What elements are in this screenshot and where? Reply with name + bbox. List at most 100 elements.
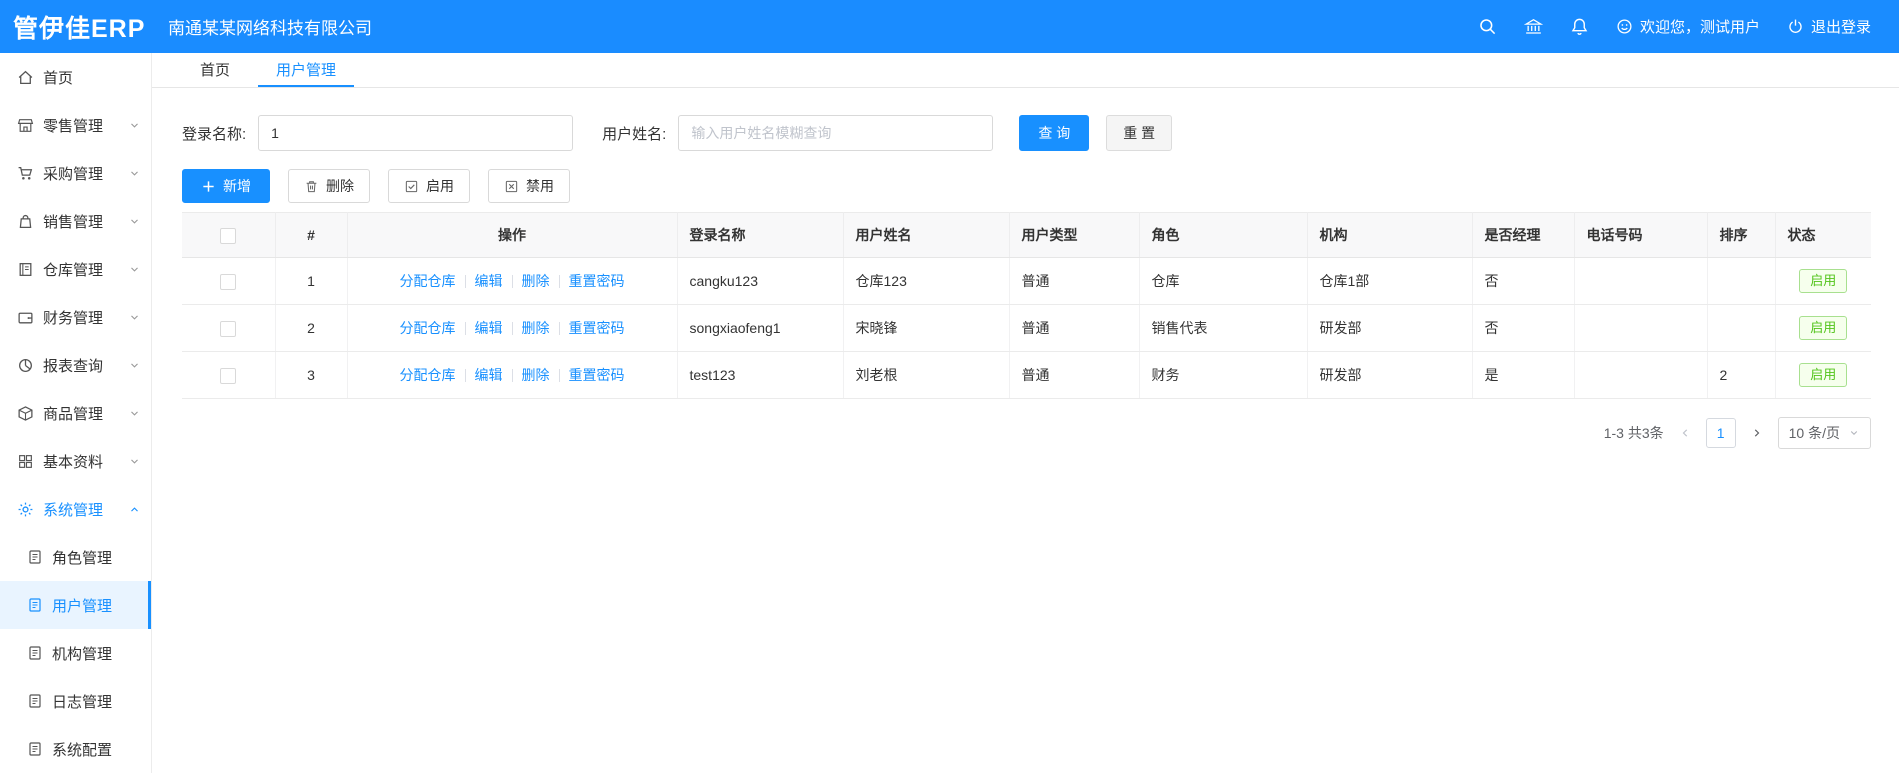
purchase-cart-icon (17, 165, 34, 182)
login-name-input[interactable] (258, 115, 574, 151)
reset-password-link[interactable]: 重置密码 (569, 273, 625, 289)
sidebar-item-products[interactable]: 商品管理 (0, 389, 151, 437)
delete-link[interactable]: 删除 (522, 367, 550, 383)
divider (558, 275, 560, 288)
edit-link[interactable]: 编辑 (475, 320, 503, 336)
status-badge: 启用 (1799, 315, 1848, 341)
company-name: 南通某某网络科技有限公司 (168, 19, 372, 38)
user-name-input[interactable] (678, 115, 994, 151)
sidebar-item-purchase[interactable]: 采购管理 (0, 149, 151, 197)
sidebar-item-reports[interactable]: 报表查询 (0, 341, 151, 389)
home-icon (17, 69, 34, 86)
welcome-text: 欢迎您，测试用户 (1639, 19, 1760, 36)
cell-status: 启用 (1775, 351, 1871, 399)
sidebar-item-role-management[interactable]: 角色管理 (0, 533, 151, 581)
tab-home[interactable]: 首页 (182, 53, 248, 87)
x-square-icon (504, 179, 519, 194)
status-badge: 启用 (1799, 268, 1848, 294)
sidebar-item-warehouse[interactable]: 仓库管理 (0, 245, 151, 293)
action-toolbar: 新增 删除 启用 禁用 (182, 169, 1871, 203)
header-status: 状态 (1775, 212, 1871, 258)
search-button[interactable]: 查 询 (1019, 115, 1090, 151)
sidebar-item-label: 用户管理 (52, 597, 113, 615)
search-icon[interactable] (1478, 17, 1497, 36)
disable-button[interactable]: 禁用 (488, 169, 570, 203)
header-login-name: 登录名称 (677, 212, 844, 258)
cell-login-name: songxiaofeng1 (677, 304, 844, 352)
select-all-checkbox[interactable] (220, 227, 237, 244)
row-checkbox[interactable] (220, 367, 237, 384)
cell-sort (1707, 257, 1776, 305)
enable-button[interactable]: 启用 (388, 169, 470, 203)
warehouse-book-icon (17, 261, 34, 278)
row-checkbox[interactable] (220, 320, 237, 337)
divider (511, 369, 513, 382)
sidebar-item-system[interactable]: 系统管理 (0, 485, 151, 533)
trash-icon (304, 179, 319, 194)
logout-label: 退出登录 (1810, 19, 1871, 36)
assign-warehouse-link[interactable]: 分配仓库 (400, 273, 456, 289)
sidebar-item-org-management[interactable]: 机构管理 (0, 629, 151, 677)
disable-button-label: 禁用 (526, 178, 554, 194)
sales-bag-icon (17, 213, 34, 230)
add-button[interactable]: 新增 (182, 169, 270, 203)
assign-warehouse-link[interactable]: 分配仓库 (400, 367, 456, 383)
user-avatar-icon (1616, 18, 1633, 35)
cell-user-type: 普通 (1009, 257, 1140, 305)
topbar-actions: 欢迎您，测试用户 退出登录 (1478, 16, 1899, 37)
reset-button[interactable]: 重 置 (1106, 115, 1173, 151)
cell-actions: 分配仓库 编辑 删除 重置密码 (347, 304, 678, 352)
sidebar-item-log-management[interactable]: 日志管理 (0, 677, 151, 725)
edit-link[interactable]: 编辑 (475, 367, 503, 383)
pagination: 1-3 共3条 1 10 条/页 (182, 417, 1871, 449)
sidebar-item-retail[interactable]: 零售管理 (0, 101, 151, 149)
chevron-down-icon (128, 455, 141, 468)
logout-icon (1787, 18, 1804, 35)
divider (558, 322, 560, 335)
page-number-button[interactable]: 1 (1705, 418, 1736, 448)
sidebar-item-finance[interactable]: 财务管理 (0, 293, 151, 341)
cell-organization: 研发部 (1307, 351, 1473, 399)
chevron-left-icon[interactable] (1678, 426, 1692, 440)
sidebar-item-basic-data[interactable]: 基本资料 (0, 437, 151, 485)
cell-user-name: 宋晓锋 (843, 304, 1010, 352)
chevron-down-icon (128, 311, 141, 324)
page-size-select[interactable]: 10 条/页 (1777, 417, 1871, 449)
gear-icon (17, 501, 34, 518)
home-shortcut-icon[interactable] (1524, 17, 1543, 36)
table-header-row: # 操作 登录名称 用户姓名 用户类型 角色 机构 是否经理 电话号码 排序 状… (182, 212, 1871, 258)
row-checkbox[interactable] (220, 273, 237, 290)
sidebar-item-home[interactable]: 首页 (0, 53, 151, 101)
app-logo[interactable]: 管伊佳ERP (0, 9, 152, 45)
sidebar-item-user-management[interactable]: 用户管理 (0, 581, 151, 629)
cell-index: 2 (275, 304, 348, 352)
reset-password-link[interactable]: 重置密码 (569, 320, 625, 336)
finance-wallet-icon (17, 309, 34, 326)
user-menu[interactable]: 欢迎您，测试用户 (1616, 16, 1760, 37)
sidebar-item-label: 角色管理 (52, 549, 113, 567)
tab-user-management[interactable]: 用户管理 (258, 53, 355, 87)
sidebar-item-sales[interactable]: 销售管理 (0, 197, 151, 245)
cell-checkbox (182, 351, 276, 399)
edit-link[interactable]: 编辑 (475, 273, 503, 289)
chevron-down-icon (128, 263, 141, 276)
plus-icon (201, 179, 216, 194)
chevron-right-icon[interactable] (1750, 426, 1764, 440)
reset-password-link[interactable]: 重置密码 (569, 367, 625, 383)
cell-user-name: 刘老根 (843, 351, 1010, 399)
cell-is-manager: 是 (1472, 351, 1575, 399)
cell-phone (1574, 257, 1708, 305)
header-organization: 机构 (1307, 212, 1473, 258)
delete-button[interactable]: 删除 (288, 169, 370, 203)
cell-actions: 分配仓库 编辑 删除 重置密码 (347, 257, 678, 305)
delete-link[interactable]: 删除 (522, 273, 550, 289)
notifications-bell-icon[interactable] (1570, 17, 1589, 36)
assign-warehouse-link[interactable]: 分配仓库 (400, 320, 456, 336)
logout-button[interactable]: 退出登录 (1787, 16, 1871, 37)
delete-link[interactable]: 删除 (522, 320, 550, 336)
sidebar-item-system-config[interactable]: 系统配置 (0, 725, 151, 773)
chevron-down-icon (128, 407, 141, 420)
cell-index: 3 (275, 351, 348, 399)
user-table: # 操作 登录名称 用户姓名 用户类型 角色 机构 是否经理 电话号码 排序 状… (182, 212, 1871, 399)
document-icon (27, 741, 43, 757)
